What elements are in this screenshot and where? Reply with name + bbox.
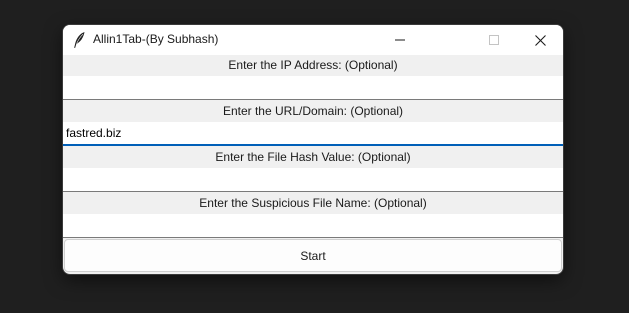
suspicious-file-name-label: Enter the Suspicious File Name: (Optiona… <box>63 193 563 213</box>
close-button[interactable] <box>517 25 563 55</box>
close-icon <box>534 34 546 46</box>
app-window: Allin1Tab-(By Subhash) Enter the IP Addr… <box>63 25 563 274</box>
url-domain-label: Enter the URL/Domain: (Optional) <box>63 101 563 121</box>
window-title: Allin1Tab-(By Subhash) <box>93 32 219 46</box>
file-hash-label: Enter the File Hash Value: (Optional) <box>63 147 563 167</box>
url-domain-input[interactable] <box>63 122 563 146</box>
ip-address-input[interactable] <box>63 76 563 100</box>
suspicious-file-name-input[interactable] <box>63 214 563 238</box>
start-button[interactable]: Start <box>64 239 562 272</box>
maximize-button[interactable] <box>471 25 517 55</box>
minimize-button[interactable] <box>377 25 423 55</box>
minimize-icon <box>395 39 405 41</box>
feather-icon <box>74 32 85 48</box>
title-bar[interactable]: Allin1Tab-(By Subhash) <box>63 25 563 55</box>
file-hash-input[interactable] <box>63 168 563 192</box>
ip-address-label: Enter the IP Address: (Optional) <box>63 55 563 75</box>
maximize-icon <box>489 35 499 45</box>
